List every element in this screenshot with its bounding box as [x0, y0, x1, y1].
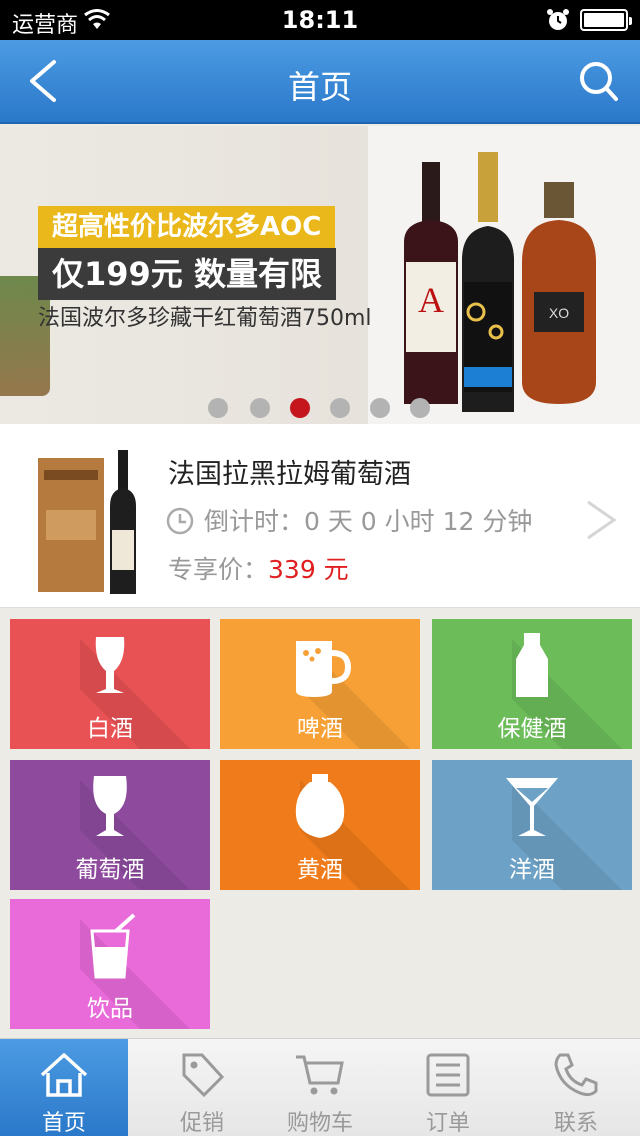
promo-banner[interactable]: 超高性价比波尔多AOC 仅199元 数量有限 法国波尔多珍藏干红葡萄酒750ml…: [0, 126, 640, 424]
category-yellow-wine[interactable]: 黄酒: [220, 760, 420, 890]
carousel-dot[interactable]: [330, 398, 350, 418]
tab-contact[interactable]: 联系: [512, 1039, 640, 1136]
price-label: 专享价：: [168, 555, 269, 584]
product-name: 法国拉黑拉姆葡萄酒: [168, 459, 411, 490]
cart-icon: [296, 1055, 344, 1095]
cocktail-icon: [506, 778, 558, 836]
bottom-tab-bar: 首页 促销 购物车 订单 联系: [0, 1038, 640, 1136]
wine-glass-icon: [95, 637, 125, 693]
carousel-dot[interactable]: [208, 398, 228, 418]
product-thumbnail: [38, 450, 136, 594]
category-label: 葡萄酒: [75, 857, 145, 883]
countdown-row: 倒计时：0 天 0 小时 12 分钟: [166, 502, 532, 538]
svg-text:XO: XO: [549, 305, 569, 321]
phone-icon: [554, 1053, 598, 1097]
category-beverages[interactable]: 饮品: [10, 899, 210, 1029]
chevron-right-icon[interactable]: [584, 498, 618, 542]
tab-cart[interactable]: 购物车: [256, 1039, 384, 1136]
alarm-icon: [547, 9, 569, 30]
tab-label: 购物车: [286, 1111, 353, 1136]
banner-subtitle: 法国波尔多珍藏干红葡萄酒750ml: [38, 306, 372, 331]
category-health-liquor[interactable]: 保健酒: [432, 619, 632, 749]
tab-label: 促销: [179, 1111, 224, 1136]
category-label: 白酒: [87, 716, 133, 742]
tag-icon: [182, 1053, 225, 1098]
category-baijiu[interactable]: 白酒: [10, 619, 210, 749]
battery-icon: [580, 9, 632, 31]
carousel-dot[interactable]: [370, 398, 390, 418]
category-label: 黄酒: [297, 857, 343, 883]
list-icon: [426, 1053, 470, 1097]
drink-cup-icon: [90, 913, 136, 979]
clock-icon: [166, 507, 194, 535]
countdown-text: 倒计时：0 天 0 小时 12 分钟: [204, 507, 533, 536]
page-title: 首页: [287, 68, 352, 106]
banner-headline: 超高性价比波尔多AOC: [38, 206, 336, 248]
exclusive-price: 专享价：339 元: [168, 550, 349, 586]
banner-price-line: 仅199元 数量有限: [38, 248, 336, 300]
category-label: 啤酒: [297, 716, 343, 742]
tab-orders[interactable]: 订单: [384, 1039, 512, 1136]
category-foreign-liquor[interactable]: 洋酒: [432, 760, 632, 890]
navigation-bar: 首页: [0, 40, 640, 124]
liquor-bottles-image: A XO: [404, 152, 596, 412]
price-value: 339 元: [268, 555, 349, 584]
tab-promotions[interactable]: 促销: [128, 1039, 276, 1136]
tab-label: 订单: [425, 1111, 470, 1136]
search-icon[interactable]: [574, 56, 622, 106]
category-label: 洋酒: [509, 857, 555, 883]
goblet-icon: [93, 776, 127, 836]
svg-text:A: A: [418, 280, 444, 320]
carousel-dot[interactable]: [250, 398, 270, 418]
beer-mug-icon: [296, 641, 352, 697]
category-wine[interactable]: 葡萄酒: [10, 760, 210, 890]
jar-icon: [295, 774, 345, 838]
carousel-dot[interactable]: [410, 398, 430, 418]
status-bar: 运营商 18:11: [0, 0, 640, 40]
clock-time: 18:11: [281, 6, 359, 34]
home-icon: [40, 1053, 88, 1097]
carousel-dot-active[interactable]: [290, 398, 310, 418]
tab-home[interactable]: 首页: [0, 1039, 128, 1136]
tab-label: 首页: [41, 1111, 86, 1136]
category-beer[interactable]: 啤酒: [220, 619, 420, 749]
category-label: 饮品: [87, 996, 133, 1022]
flash-sale-card[interactable]: 法国拉黑拉姆葡萄酒 倒计时：0 天 0 小时 12 分钟 专享价：339 元: [0, 424, 640, 608]
tab-label: 联系: [553, 1111, 598, 1136]
category-label: 保健酒: [497, 716, 567, 742]
bottle-icon: [516, 633, 548, 697]
